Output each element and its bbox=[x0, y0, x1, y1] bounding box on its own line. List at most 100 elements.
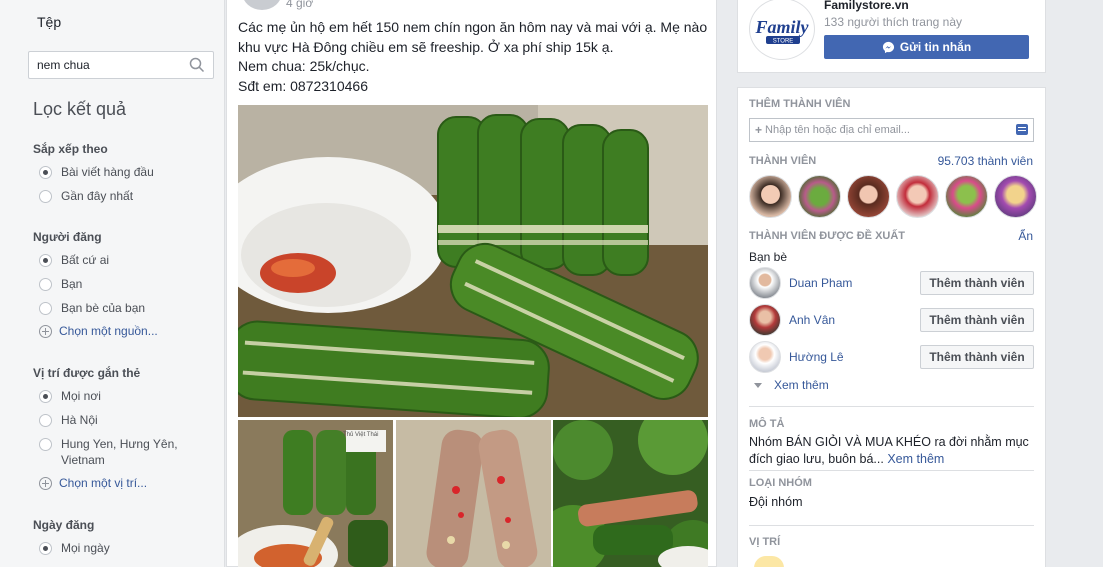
page-logo[interactable]: Family STORE bbox=[749, 0, 815, 60]
search-field[interactable] bbox=[28, 51, 214, 79]
post-line: Nem chua: 25k/chục. bbox=[238, 58, 370, 74]
option-label: Bạn bbox=[61, 277, 83, 291]
radio[interactable] bbox=[39, 190, 52, 203]
members-heading: THÀNH VIÊN bbox=[749, 155, 817, 167]
add-member-heading: THÊM THÀNH VIÊN bbox=[749, 98, 851, 110]
option-label: Bất cứ ai bbox=[61, 253, 110, 267]
option-label: Mọi nơi bbox=[61, 389, 101, 403]
post-line: Sđt em: 0872310466 bbox=[238, 77, 368, 94]
search-filter-sidebar: Tệp Lọc kết quả Sắp xếp theo Bài viết hà… bbox=[0, 0, 225, 567]
add-member-button[interactable]: Thêm thành viên bbox=[920, 345, 1034, 369]
location-option-hanoi[interactable]: Hà Nội bbox=[33, 412, 213, 428]
location-heading: VỊ TRÍ bbox=[749, 536, 781, 548]
description-see-more-link[interactable]: Xem thêm bbox=[887, 452, 944, 466]
divider bbox=[749, 525, 1034, 526]
suggested-members-heading: THÀNH VIÊN ĐƯỢC ĐỀ XUẤT bbox=[749, 230, 906, 242]
button-label: Gửi tin nhắn bbox=[899, 40, 972, 54]
post-photo-thumb[interactable] bbox=[396, 420, 551, 567]
suggested-member-row: Anh Vân Thêm thành viên bbox=[749, 304, 1034, 336]
radio[interactable] bbox=[39, 414, 52, 427]
send-message-button[interactable]: Gửi tin nhắn bbox=[824, 35, 1029, 59]
radio-selected[interactable] bbox=[39, 166, 52, 179]
sort-option-recent[interactable]: Gần đây nhất bbox=[33, 188, 213, 204]
location-map-icon bbox=[754, 556, 784, 567]
search-input[interactable] bbox=[29, 52, 179, 78]
post-card: 4 giờ Các mẹ ủn hộ em hết 150 nem chín n… bbox=[226, 0, 717, 567]
nem-thumbnail-photo bbox=[553, 420, 708, 567]
post-photo-thumb[interactable]: Thủ Việt Thái bbox=[238, 420, 393, 567]
member-avatar[interactable] bbox=[847, 175, 890, 218]
poster-option-friends[interactable]: Bạn bè của bạn bbox=[33, 300, 213, 316]
add-member-field[interactable]: + bbox=[749, 118, 1034, 142]
plus-circle-icon bbox=[39, 476, 52, 490]
suggested-member-name[interactable]: Anh Vân bbox=[789, 313, 920, 327]
avatar[interactable] bbox=[749, 304, 781, 336]
radio[interactable] bbox=[39, 302, 52, 315]
nem-thumbnail-photo bbox=[238, 420, 393, 567]
see-more-link[interactable]: Xem thêm bbox=[754, 378, 829, 392]
sort-title: Sắp xếp theo bbox=[33, 142, 108, 156]
page-name[interactable]: Familystore.vn bbox=[824, 0, 909, 12]
poster-option-anyone[interactable]: Bất cứ ai bbox=[33, 252, 213, 268]
date-title: Ngày đăng bbox=[33, 518, 95, 532]
member-avatar[interactable] bbox=[994, 175, 1037, 218]
post-photo-main[interactable] bbox=[238, 105, 708, 417]
family-store-logo: Family STORE bbox=[755, 17, 810, 45]
hide-suggestions-link[interactable]: Ẩn bbox=[1018, 229, 1033, 243]
post-line: Các mẹ ủn hộ em hết 150 nem chín ngon ăn… bbox=[238, 19, 708, 55]
sort-option-top[interactable]: Bài viết hàng đầu bbox=[33, 164, 213, 180]
option-label: Hung Yen, Hưng Yên, Vietnam bbox=[61, 437, 178, 467]
add-member-button[interactable]: Thêm thành viên bbox=[920, 308, 1034, 332]
radio[interactable] bbox=[39, 278, 52, 291]
location-option-anywhere[interactable]: Mọi nơi bbox=[33, 388, 213, 404]
radio-selected[interactable] bbox=[39, 542, 52, 555]
page-card: Family STORE Familystore.vn 133 người th… bbox=[737, 0, 1046, 73]
poster-filter: Người đăng Bất cứ ai Bạn Bạn bè của bạn … bbox=[33, 230, 213, 346]
logo-sub: STORE bbox=[773, 39, 794, 45]
option-label: Bạn bè của bạn bbox=[61, 301, 146, 315]
radio[interactable] bbox=[39, 438, 52, 451]
member-list-icon[interactable] bbox=[1016, 124, 1028, 135]
choose-location-link[interactable]: Chọn một vị trí... bbox=[33, 476, 213, 490]
location-title: Vị trí được gắn thẻ bbox=[33, 366, 141, 380]
post-photo-thumb[interactable] bbox=[553, 420, 708, 567]
plus-icon: + bbox=[755, 123, 763, 137]
member-avatar[interactable] bbox=[798, 175, 841, 218]
nem-chua-photo bbox=[238, 105, 708, 417]
date-filter: Ngày đăng Mọi ngày bbox=[33, 518, 213, 564]
post-text: Các mẹ ủn hộ em hết 150 nem chín ngon ăn… bbox=[238, 18, 710, 96]
member-avatar[interactable] bbox=[896, 175, 939, 218]
add-member-input[interactable] bbox=[765, 124, 1016, 136]
divider bbox=[749, 470, 1034, 471]
post-author-avatar[interactable] bbox=[242, 0, 282, 10]
date-option-any[interactable]: Mọi ngày bbox=[33, 540, 213, 556]
group-description: Nhóm BÁN GIỎI VÀ MUA KHÉO ra đời nhằm mụ… bbox=[749, 434, 1029, 468]
location-option-hungyen[interactable]: Hung Yen, Hưng Yên, Vietnam bbox=[33, 436, 213, 468]
option-label: Gần đây nhất bbox=[61, 189, 134, 203]
description-heading: MÔ TẢ bbox=[749, 418, 785, 430]
files-label[interactable]: Tệp bbox=[37, 14, 61, 30]
filter-results-title: Lọc kết quả bbox=[33, 99, 127, 119]
suggested-member-name[interactable]: Duan Pham bbox=[789, 276, 920, 290]
radio-selected[interactable] bbox=[39, 254, 52, 267]
photo-caption: Thủ Việt Thái bbox=[343, 432, 379, 438]
suggested-member-name[interactable]: Hường Lê bbox=[789, 350, 920, 364]
post-timestamp[interactable]: 4 giờ bbox=[286, 0, 313, 10]
search-icon[interactable] bbox=[189, 57, 205, 73]
poster-option-you[interactable]: Bạn bbox=[33, 276, 213, 292]
radio-selected[interactable] bbox=[39, 390, 52, 403]
chevron-down-icon bbox=[754, 382, 762, 388]
option-label: Chọn một vị trí... bbox=[59, 476, 148, 490]
logo-text: Family bbox=[755, 17, 810, 37]
member-avatars bbox=[749, 175, 1043, 218]
suggested-member-row: Duan Pham Thêm thành viên bbox=[749, 267, 1034, 299]
add-member-button[interactable]: Thêm thành viên bbox=[920, 271, 1034, 295]
option-label: Bài viết hàng đầu bbox=[61, 165, 154, 179]
option-label: Hà Nội bbox=[61, 413, 98, 427]
member-avatar[interactable] bbox=[945, 175, 988, 218]
member-avatar[interactable] bbox=[749, 175, 792, 218]
member-count-link[interactable]: 95.703 thành viên bbox=[938, 154, 1033, 168]
choose-source-link[interactable]: Chọn một nguồn... bbox=[33, 324, 213, 338]
avatar[interactable] bbox=[749, 267, 781, 299]
avatar[interactable] bbox=[749, 341, 781, 373]
